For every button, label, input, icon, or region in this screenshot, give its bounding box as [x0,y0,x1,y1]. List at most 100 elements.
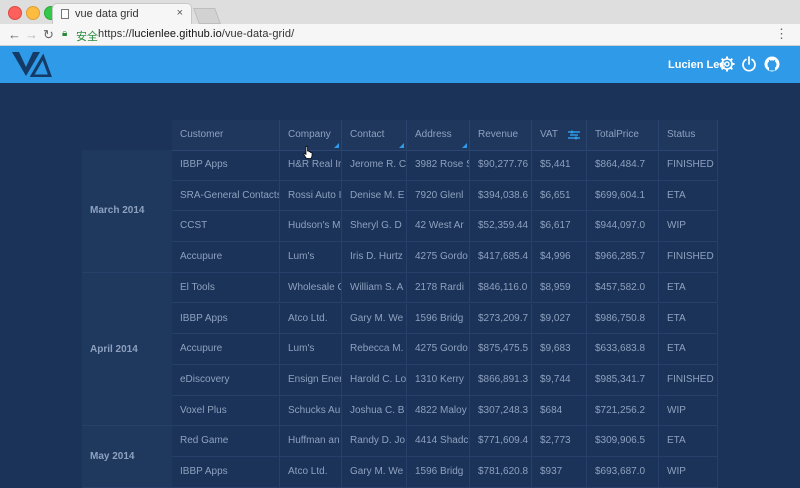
cell-address[interactable]: 2178 Rardi [407,272,470,304]
cell-customer[interactable]: SRA-General Contacts [172,180,280,212]
cell-status[interactable]: FINISHED [659,242,718,273]
cell-vat[interactable]: $9,683 [532,334,587,365]
table-row[interactable]: Accupure Lum's Iris D. Hurtz 4275 Gordo $417… [172,242,718,273]
table-row[interactable]: IBBP Apps Atco Ltd. Gary M. We 1596 Bridg $2… [172,303,718,335]
cell-company[interactable]: Lum's [280,334,342,365]
cell-customer[interactable]: Accupure [172,242,280,273]
cell-contact[interactable]: Rebecca M. [342,334,407,365]
column-header-contact[interactable]: Contact [342,120,407,150]
cell-vat[interactable]: $5,441 [532,150,587,181]
column-filter-icon[interactable] [568,130,580,140]
vue-data-grid-logo[interactable] [12,51,52,77]
cell-customer[interactable]: Voxel Plus [172,395,280,427]
cell-totalprice[interactable]: $985,341.7 [587,364,659,396]
table-row[interactable]: eDiscovery Ensign Ener Harold C. Lo 1310 Ke… [172,364,718,396]
power-icon[interactable] [741,56,757,72]
user-name[interactable]: Lucien Lee [668,59,725,71]
cell-contact[interactable]: Jerome R. C [342,150,407,181]
cell-revenue[interactable]: $52,359.44 [470,211,532,243]
cell-address[interactable]: 4275 Gordo [407,334,470,365]
column-header-revenue[interactable]: Revenue [470,120,532,150]
reload-icon[interactable]: ↻ [43,27,54,43]
cell-customer[interactable]: CCST [172,211,280,243]
cell-totalprice[interactable]: $986,750.8 [587,303,659,335]
tab-close-icon[interactable]: × [177,7,183,19]
cell-totalprice[interactable]: $699,604.1 [587,180,659,212]
browser-menu-icon[interactable]: ⋮ [775,26,788,42]
cell-totalprice[interactable]: $721,256.2 [587,395,659,427]
cell-revenue[interactable]: $307,248.3 [470,395,532,427]
cell-contact[interactable]: Joshua C. B [342,395,407,427]
cell-company[interactable]: Ensign Ener [280,364,342,396]
cell-totalprice[interactable]: $693,687.0 [587,457,659,488]
cell-address[interactable]: 1596 Bridg [407,457,470,488]
cell-revenue[interactable]: $417,685.4 [470,242,532,273]
column-header-customer[interactable]: Customer [172,120,280,150]
cell-contact[interactable]: Gary M. We [342,457,407,488]
cell-company[interactable]: Schucks Au [280,395,342,427]
resize-handle-icon[interactable] [462,143,467,148]
table-row[interactable]: El Tools Wholesale C William S. A 2178 Rard… [172,272,718,304]
cell-vat[interactable]: $8,959 [532,272,587,304]
cell-totalprice[interactable]: $633,683.8 [587,334,659,365]
cell-address[interactable]: 3982 Rose S [407,150,470,181]
cell-contact[interactable]: Randy D. Jo [342,426,407,457]
cell-status[interactable]: WIP [659,457,718,488]
cell-company[interactable]: Huffman an [280,426,342,457]
cell-totalprice[interactable]: $966,285.7 [587,242,659,273]
cell-status[interactable]: ETA [659,272,718,304]
cell-customer[interactable]: El Tools [172,272,280,304]
table-row[interactable]: Red Game Huffman an Randy D. Jo 4414 Shadc $… [172,426,718,457]
cell-revenue[interactable]: $771,609.4 [470,426,532,457]
cell-customer[interactable]: IBBP Apps [172,150,280,181]
table-row[interactable]: IBBP Apps H&R Real Ir Jerome R. C 3982 Rose… [172,150,718,181]
cell-company[interactable]: Atco Ltd. [280,303,342,335]
cell-address[interactable]: 4414 Shadc [407,426,470,457]
cell-contact[interactable]: Iris D. Hurtz [342,242,407,273]
cell-company[interactable]: Wholesale C [280,272,342,304]
cell-company[interactable]: Atco Ltd. [280,457,342,488]
cell-contact[interactable]: Gary M. We [342,303,407,335]
cell-status[interactable]: ETA [659,303,718,335]
cell-vat[interactable]: $6,617 [532,211,587,243]
back-arrow-icon[interactable]: ← [8,27,21,42]
cell-status[interactable]: FINISHED [659,364,718,396]
cell-contact[interactable]: Harold C. Lo [342,364,407,396]
resize-handle-icon[interactable] [334,143,339,148]
cell-contact[interactable]: William S. A [342,272,407,304]
github-icon[interactable] [764,56,780,72]
column-header-address[interactable]: Address [407,120,470,150]
column-header-vat[interactable]: VAT [532,120,587,150]
cell-status[interactable]: FINISHED [659,150,718,181]
cell-address[interactable]: 1596 Bridg [407,303,470,335]
new-tab-button[interactable] [193,8,221,24]
url-input[interactable]: https://lucienlee.github.io/vue-data-gri… [98,28,294,40]
cell-customer[interactable]: Accupure [172,334,280,365]
cell-totalprice[interactable]: $944,097.0 [587,211,659,243]
cell-status[interactable]: WIP [659,211,718,243]
cell-revenue[interactable]: $273,209.7 [470,303,532,335]
cell-customer[interactable]: eDiscovery [172,364,280,396]
cell-vat[interactable]: $6,651 [532,180,587,212]
forward-arrow-icon[interactable]: → [25,27,38,42]
table-row[interactable]: Accupure Lum's Rebecca M. 4275 Gordo $875,47… [172,334,718,365]
table-row[interactable]: Voxel Plus Schucks Au Joshua C. B 4822 Malo… [172,395,718,427]
cell-contact[interactable]: Sheryl G. D [342,211,407,243]
close-window-button[interactable] [8,6,22,20]
cell-status[interactable]: WIP [659,395,718,427]
cell-address[interactable]: 1310 Kerry [407,364,470,396]
cell-customer[interactable]: Red Game [172,426,280,457]
cell-vat[interactable]: $4,996 [532,242,587,273]
cell-contact[interactable]: Denise M. E [342,180,407,212]
column-header-totalprice[interactable]: TotalPrice [587,120,659,150]
cell-status[interactable]: ETA [659,334,718,365]
column-header-status[interactable]: Status [659,120,718,150]
cell-address[interactable]: 42 West Ar [407,211,470,243]
cell-totalprice[interactable]: $309,906.5 [587,426,659,457]
cell-status[interactable]: ETA [659,426,718,457]
resize-handle-icon[interactable] [399,143,404,148]
cell-customer[interactable]: IBBP Apps [172,457,280,488]
table-row[interactable]: SRA-General Contacts Rossi Auto I Denise M… [172,180,718,212]
browser-tab[interactable]: vue data grid × [52,3,192,24]
cell-vat[interactable]: $937 [532,457,587,488]
